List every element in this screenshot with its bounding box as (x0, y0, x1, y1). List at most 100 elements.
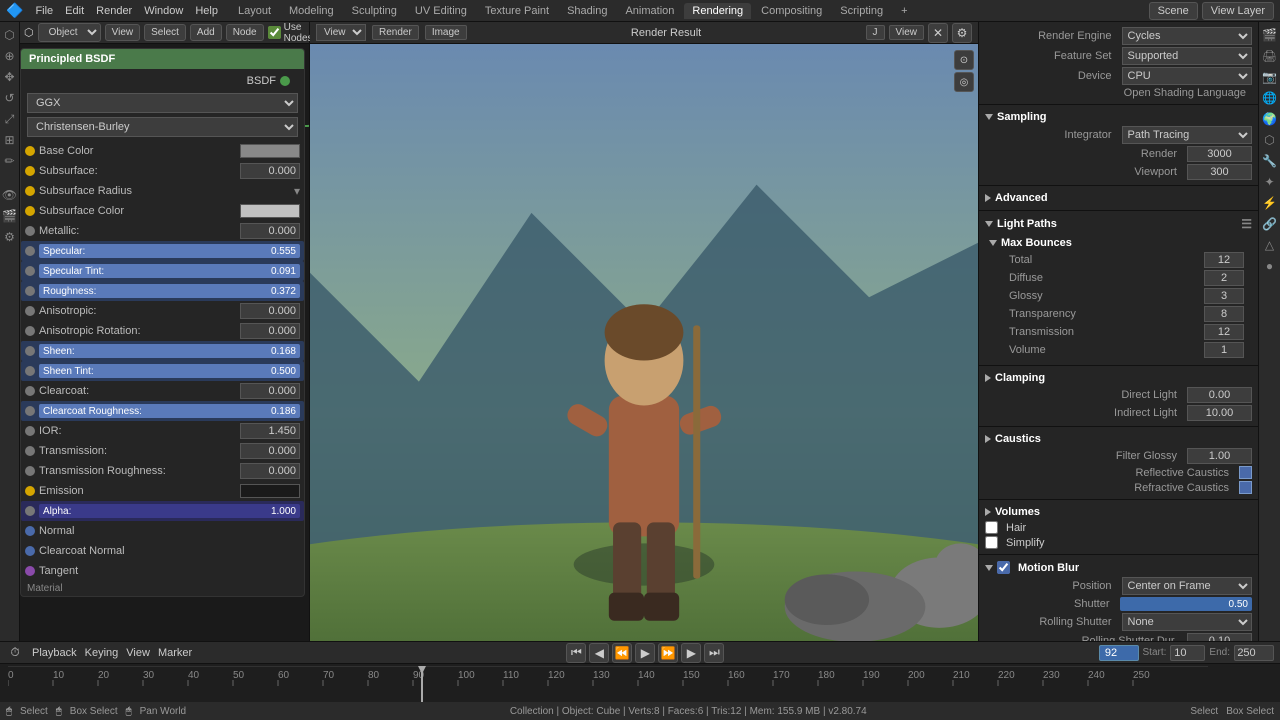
next-keyframe-btn[interactable]: ⏩ (658, 643, 678, 663)
color-emission[interactable] (240, 484, 300, 498)
viewport-samples-input[interactable] (1187, 164, 1252, 180)
indirect-light-input[interactable] (1187, 405, 1252, 421)
input-transmission[interactable] (240, 443, 300, 459)
next-frame-btn[interactable]: ▶ (681, 643, 701, 663)
render-samples-input[interactable] (1187, 146, 1252, 162)
jump-start-btn[interactable]: ⏮ (566, 643, 586, 663)
tab-texture-paint[interactable]: Texture Paint (477, 3, 557, 19)
device-select[interactable]: CPU (1122, 67, 1253, 85)
direct-light-input[interactable] (1187, 387, 1252, 403)
bar-specular-tint[interactable]: Specular Tint: 0.091 (39, 264, 300, 278)
clamping-header[interactable]: Clamping (985, 370, 1252, 386)
bar-roughness[interactable]: Roughness: 0.372 (39, 284, 300, 298)
icon-view-layer-props[interactable]: 📷 (1261, 68, 1279, 86)
icon-scale[interactable]: ⤢ (1, 110, 19, 128)
icon-data-props[interactable]: △ (1261, 236, 1279, 254)
icon-object[interactable]: ⬡ (1, 26, 19, 44)
icon-object-props[interactable]: ⬡ (1261, 131, 1279, 149)
feature-set-select[interactable]: Supported (1122, 47, 1253, 65)
icon-settings[interactable]: ⚙ (1, 228, 19, 246)
motion-blur-header[interactable]: Motion Blur (985, 559, 1252, 576)
shutter-bar[interactable]: 0.50 (1120, 597, 1253, 611)
object-dropdown[interactable]: Object (38, 23, 101, 42)
add-btn[interactable]: Add (190, 24, 222, 41)
tab-shading[interactable]: Shading (559, 3, 615, 19)
keying-menu[interactable]: Keying (85, 647, 119, 659)
tab-animation[interactable]: Animation (617, 3, 682, 19)
bar-clearcoat-roughness[interactable]: Clearcoat Roughness: 0.186 (39, 404, 300, 418)
view-right-btn[interactable]: View (889, 25, 925, 40)
view-btn[interactable]: View (105, 24, 141, 41)
icon-transform[interactable]: ⊞ (1, 131, 19, 149)
bounce-total-input[interactable] (1204, 252, 1244, 268)
render-settings-btn[interactable]: ⚙ (952, 23, 972, 43)
distribution-select[interactable]: GGX (27, 93, 298, 113)
icon-annotate[interactable]: ✏ (1, 152, 19, 170)
icon-view[interactable]: 👁 (1, 186, 19, 204)
play-btn[interactable]: ▶ (635, 643, 655, 663)
close-render-btn[interactable]: ✕ (928, 23, 948, 43)
tab-rendering[interactable]: Rendering (684, 3, 751, 19)
current-frame-input[interactable] (1099, 645, 1139, 661)
hair-checkbox[interactable] (985, 521, 998, 534)
refractive-caustics-checkbox[interactable] (1239, 481, 1252, 494)
bounce-glossy-input[interactable] (1204, 288, 1244, 304)
caustics-header[interactable]: Caustics (985, 431, 1252, 447)
icon-cursor[interactable]: ⊕ (1, 47, 19, 65)
volumes-header[interactable]: Volumes (985, 504, 1252, 520)
node-btn[interactable]: Node (226, 24, 264, 41)
prev-keyframe-btn[interactable]: ⏪ (612, 643, 632, 663)
light-paths-header[interactable]: Light Paths ☰ (985, 215, 1252, 233)
color-base-color[interactable] (240, 144, 300, 158)
tab-compositing[interactable]: Compositing (753, 3, 830, 19)
tab-sculpting[interactable]: Sculpting (344, 3, 405, 19)
bar-sheen[interactable]: Sheen: 0.168 (39, 344, 300, 358)
timeline-ruler[interactable]: 0 10 20 30 40 50 60 70 80 (0, 664, 1280, 702)
tab-add[interactable]: + (893, 3, 915, 19)
input-ior[interactable] (240, 423, 300, 439)
render-engine-select[interactable]: Cycles (1122, 27, 1253, 45)
playback-menu[interactable]: Playback (32, 647, 77, 659)
icon-scene-props[interactable]: 🌐 (1261, 89, 1279, 107)
menu-render[interactable]: Render (96, 5, 132, 17)
menu-window[interactable]: Window (144, 5, 183, 17)
prev-frame-btn[interactable]: ◀ (589, 643, 609, 663)
menu-help[interactable]: Help (195, 5, 218, 17)
scene-selector[interactable]: Scene (1149, 2, 1198, 20)
bounce-transmission-input[interactable] (1204, 324, 1244, 340)
bounce-diffuse-input[interactable] (1204, 270, 1244, 286)
advanced-header[interactable]: Advanced (985, 190, 1252, 206)
tab-modeling[interactable]: Modeling (281, 3, 342, 19)
icon-output[interactable]: 🖨 (1261, 47, 1279, 65)
input-transmission-roughness[interactable] (240, 463, 300, 479)
icon-modifier-props[interactable]: 🔧 (1261, 152, 1279, 170)
principled-bsdf-node[interactable]: Principled BSDF BSDF GGX (20, 48, 305, 597)
input-anisotropic[interactable] (240, 303, 300, 319)
input-subsurface[interactable] (240, 163, 300, 179)
jump-end-btn[interactable]: ⏭ (704, 643, 724, 663)
render-btn[interactable]: Render (372, 25, 419, 40)
bar-alpha[interactable]: Alpha: 1.000 (39, 504, 300, 518)
use-nodes-checkbox[interactable] (268, 26, 281, 39)
view-menu[interactable]: View (126, 647, 150, 659)
motion-blur-toggle[interactable] (997, 561, 1010, 574)
marker-menu[interactable]: Marker (158, 647, 192, 659)
tab-scripting[interactable]: Scripting (832, 3, 891, 19)
icon-render[interactable]: 🎬 (1, 207, 19, 225)
filter-glossy-input[interactable] (1187, 448, 1252, 464)
rolling-shutter-select[interactable]: None (1122, 613, 1253, 631)
icon-rotate[interactable]: ↺ (1, 89, 19, 107)
tab-layout[interactable]: Layout (230, 3, 279, 19)
menu-file[interactable]: File (35, 5, 53, 17)
input-clearcoat[interactable] (240, 383, 300, 399)
rolling-shutter-dur-input[interactable] (1187, 633, 1252, 641)
position-select[interactable]: Center on Frame (1122, 577, 1253, 595)
icon-render-props[interactable]: 🎬 (1261, 26, 1279, 44)
icon-move[interactable]: ✥ (1, 68, 19, 86)
max-bounces-header[interactable]: Max Bounces (989, 235, 1248, 251)
sampling-header[interactable]: Sampling (985, 109, 1252, 125)
start-frame-input[interactable] (1170, 645, 1205, 661)
icon-world-props[interactable]: 🌍 (1261, 110, 1279, 128)
image-btn[interactable]: Image (425, 25, 467, 40)
gizmo-btn[interactable]: ◎ (954, 72, 974, 92)
